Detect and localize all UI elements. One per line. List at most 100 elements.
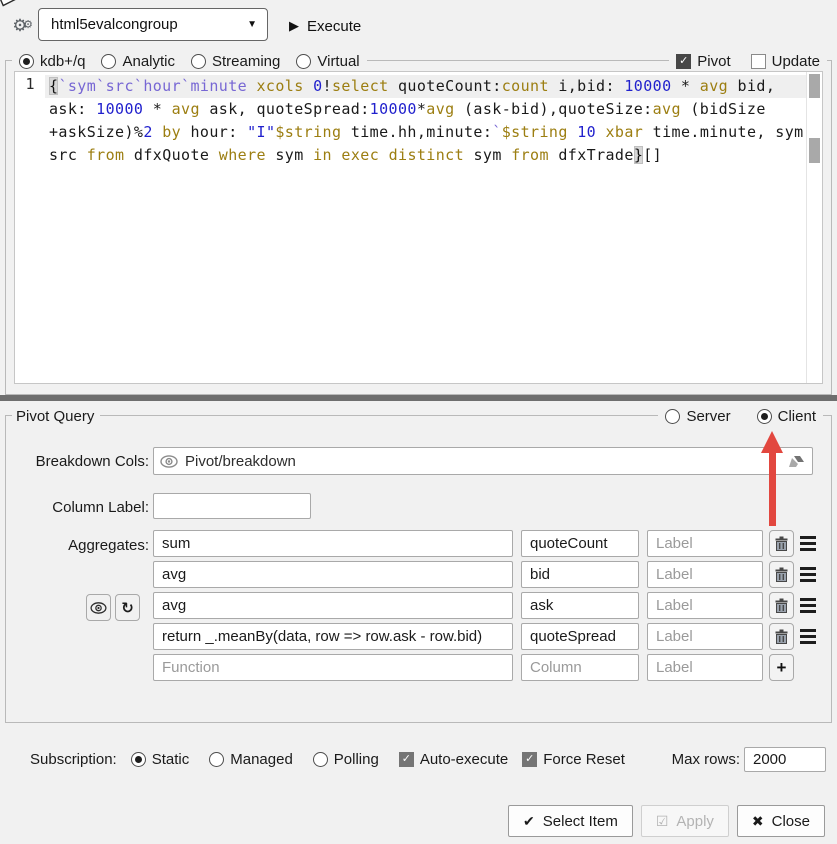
drag-handle-icon[interactable] [799,623,817,650]
radio-analytic-label: Analytic [122,53,175,70]
radio-client[interactable]: Client [757,408,816,425]
delete-row-button[interactable] [769,561,794,588]
pivot-query-legend: Pivot Query [12,408,100,425]
aggregate-row [153,530,817,557]
pivot-query-groupbox: Pivot Query Server Client Breakdown Cols… [5,415,832,723]
radio-polling-circle[interactable] [313,752,328,767]
radio-managed-circle[interactable] [209,752,224,767]
aggregate-label-input[interactable] [647,530,763,557]
close-icon: ✖ [752,813,764,830]
delete-row-button[interactable] [769,592,794,619]
aggregate-column-input[interactable] [521,623,639,650]
settings-gears-icon[interactable]: ⚙⚙ [7,13,33,39]
cursor-artifact-icon [0,0,18,8]
aggregate-function-input[interactable] [153,654,513,681]
refresh-icon: ↻ [121,599,134,617]
drag-handle-icon[interactable] [799,592,817,619]
auto-execute-checkbox-item[interactable]: ✓ Auto-execute [399,751,508,768]
pivot-checkbox[interactable]: ✓ [676,54,691,69]
aggregates-side-buttons: ↻ [86,594,140,621]
eye-icon [90,602,107,614]
trash-icon [775,536,788,551]
select-item-button[interactable]: ✔ Select Item [508,805,633,837]
aggregate-label-input[interactable] [647,592,763,619]
scrollbar-cursor-marker [809,138,820,163]
radio-analytic[interactable]: Analytic [101,53,175,70]
radio-virtual-circle[interactable] [296,54,311,69]
connection-dropdown-value: html5evalcongroup [51,16,247,33]
panel-splitter[interactable] [0,395,837,401]
breakdown-cols-field[interactable]: Pivot/breakdown [153,447,813,475]
radio-virtual-label: Virtual [317,53,359,70]
pivot-update-checks: ✓ Pivot Update [669,53,827,70]
radio-static[interactable]: Static [131,751,190,768]
aggregate-function-input[interactable] [153,530,513,557]
refresh-button[interactable]: ↻ [115,594,140,621]
eraser-icon[interactable] [786,454,806,469]
scrollbar-thumb[interactable] [809,74,820,98]
radio-virtual[interactable]: Virtual [296,53,359,70]
code-content[interactable]: {`sym`src`hour`minute xcols 0!select quo… [45,72,806,383]
aggregate-label-input[interactable] [647,623,763,650]
column-label-input[interactable] [153,493,311,519]
chevron-down-icon: ▼ [247,19,257,30]
max-rows-label: Max rows: [672,751,740,768]
radio-kdbq[interactable]: kdb+/q [19,53,85,70]
max-rows-input[interactable] [744,747,826,772]
play-icon: ▶ [289,18,299,34]
select-item-label: Select Item [543,813,618,830]
aggregate-row [153,561,817,588]
trash-icon [775,567,788,582]
force-reset-checkbox[interactable]: ✓ [522,752,537,767]
aggregate-label-input[interactable] [647,654,763,681]
aggregate-column-input[interactable] [521,654,639,681]
radio-polling[interactable]: Polling [313,751,379,768]
server-client-radios: Server Client [658,408,823,425]
radio-managed[interactable]: Managed [209,751,293,768]
add-row-button[interactable]: + [769,654,794,681]
preview-eye-button[interactable] [86,594,111,621]
auto-execute-checkbox[interactable]: ✓ [399,752,414,767]
aggregate-column-input[interactable] [521,561,639,588]
aggregate-column-input[interactable] [521,530,639,557]
update-checkbox-item[interactable]: Update [751,53,820,70]
editor-scrollbar[interactable] [806,72,822,383]
aggregate-function-input[interactable] [153,561,513,588]
radio-kdbq-label: kdb+/q [40,53,85,70]
aggregate-column-input[interactable] [521,592,639,619]
subscription-label: Subscription: [30,751,117,768]
check-icon: ✔ [523,813,535,830]
editor-gutter: 1 [15,72,45,383]
radio-streaming-circle[interactable] [191,54,206,69]
auto-execute-label: Auto-execute [420,751,508,768]
execute-button[interactable]: ▶ Execute [283,12,367,40]
delete-row-button[interactable] [769,530,794,557]
aggregate-function-input[interactable] [153,592,513,619]
radio-polling-label: Polling [334,751,379,768]
execute-label: Execute [307,18,361,35]
apply-button[interactable]: ☑ Apply [641,805,729,837]
delete-row-button[interactable] [769,623,794,650]
breakdown-cols-label: Breakdown Cols: [6,453,149,470]
drag-handle-icon[interactable] [799,561,817,588]
radio-client-circle[interactable] [757,409,772,424]
connection-dropdown[interactable]: html5evalcongroup ▼ [38,8,268,41]
aggregate-label-input[interactable] [647,561,763,588]
aggregate-function-input[interactable] [153,623,513,650]
radio-static-circle[interactable] [131,752,146,767]
aggregate-row [153,623,817,650]
drag-handle-icon[interactable] [799,530,817,557]
update-checkbox-label: Update [772,53,820,70]
close-button[interactable]: ✖ Close [737,805,825,837]
force-reset-checkbox-item[interactable]: ✓ Force Reset [522,751,625,768]
radio-static-label: Static [152,751,190,768]
radio-kdbq-circle[interactable] [19,54,34,69]
update-checkbox[interactable] [751,54,766,69]
radio-analytic-circle[interactable] [101,54,116,69]
radio-streaming[interactable]: Streaming [191,53,280,70]
radio-server-circle[interactable] [665,409,680,424]
dialog-footer: ✔ Select Item ☑ Apply ✖ Close [508,805,825,837]
radio-server[interactable]: Server [665,408,730,425]
pivot-checkbox-item[interactable]: ✓ Pivot [676,53,730,70]
gear-small-icon: ⚙ [23,13,33,37]
